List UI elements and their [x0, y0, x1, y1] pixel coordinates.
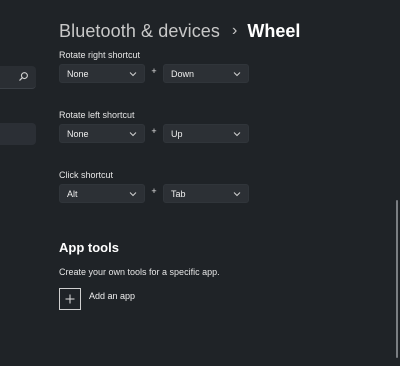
add-app-label: Add an app: [89, 291, 136, 301]
app-tools-heading: App tools: [59, 240, 119, 255]
chevron-down-icon: [129, 132, 137, 137]
chevron-down-icon: [233, 72, 241, 77]
click-modifier-select[interactable]: Alt: [59, 184, 145, 203]
breadcrumb-parent[interactable]: Bluetooth & devices: [59, 21, 220, 42]
breadcrumb: Bluetooth & devices › Wheel: [59, 17, 300, 45]
page-title: Wheel: [247, 20, 301, 41]
search-icon[interactable]: [18, 71, 29, 82]
click-plus: +: [151, 186, 157, 196]
rotate-right-label: Rotate right shortcut: [59, 50, 141, 60]
rotate-left-key-select[interactable]: Up: [163, 124, 249, 143]
add-app-button[interactable]: Add an app: [59, 288, 135, 310]
click-key-value: Tab: [171, 188, 186, 199]
rotate-right-plus: +: [151, 66, 157, 76]
nav-item-selected[interactable]: [0, 123, 36, 145]
rotate-left-label: Rotate left shortcut: [59, 110, 135, 120]
chevron-down-icon: [233, 132, 241, 137]
click-shortcut-label: Click shortcut: [59, 170, 114, 180]
rotate-right-modifier-select[interactable]: None: [59, 64, 145, 83]
click-modifier-value: Alt: [67, 188, 78, 199]
app-tools-description: Create your own tools for a specific app…: [59, 267, 220, 277]
add-app-box[interactable]: [59, 288, 81, 310]
chevron-down-icon: [129, 192, 137, 197]
plus-icon: [65, 294, 75, 304]
rotate-left-plus: +: [151, 126, 157, 136]
rotate-left-key-value: Up: [171, 128, 183, 139]
vertical-scrollbar[interactable]: [396, 200, 398, 358]
chevron-down-icon: [129, 72, 137, 77]
rotate-right-key-value: Down: [171, 68, 195, 79]
breadcrumb-separator: ›: [232, 22, 238, 39]
chevron-down-icon: [233, 192, 241, 197]
nav-search-box[interactable]: [0, 66, 36, 89]
rotate-left-modifier-value: None: [67, 128, 89, 139]
rotate-left-modifier-select[interactable]: None: [59, 124, 145, 143]
rotate-right-modifier-value: None: [67, 68, 89, 79]
rotate-right-key-select[interactable]: Down: [163, 64, 249, 83]
click-key-select[interactable]: Tab: [163, 184, 249, 203]
settings-window: Bluetooth & devices › Wheel Rotate right…: [0, 0, 400, 366]
